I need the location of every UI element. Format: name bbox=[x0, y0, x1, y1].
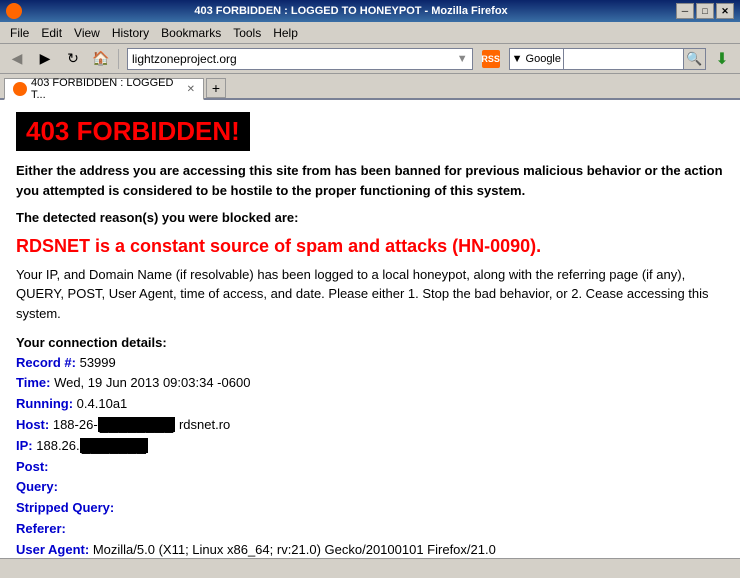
window-controls: ─ □ ✕ bbox=[676, 3, 734, 19]
detail-label-post: Post: bbox=[16, 459, 49, 474]
search-input[interactable] bbox=[564, 48, 684, 70]
titlebar: 403 FORBIDDEN : LOGGED TO HONEYPOT - Moz… bbox=[0, 0, 740, 22]
menubar: File Edit View History Bookmarks Tools H… bbox=[0, 22, 740, 44]
toolbar: ◀ ▶ ↻ 🏠 ▼ RSS ▼ Google 🔍 ⬇ bbox=[0, 44, 740, 74]
detail-value-time: Wed, 19 Jun 2013 09:03:34 -0600 bbox=[54, 375, 250, 390]
reload-button[interactable]: ↻ bbox=[60, 47, 86, 71]
tab-favicon bbox=[13, 82, 27, 96]
detail-label-user-agent: User Agent: bbox=[16, 542, 89, 557]
maximize-button[interactable]: □ bbox=[696, 3, 714, 19]
download-button[interactable]: ⬇ bbox=[708, 47, 736, 71]
search-bar: ▼ Google 🔍 bbox=[509, 48, 706, 70]
detail-value-record: 53999 bbox=[80, 355, 116, 370]
home-button[interactable]: 🏠 bbox=[88, 47, 114, 71]
connection-details: Your connection details: Record #: 53999… bbox=[16, 333, 724, 558]
content-area: 403 FORBIDDEN! Either the address you ar… bbox=[0, 100, 740, 558]
ip-paragraph: Your IP, and Domain Name (if resolvable)… bbox=[16, 265, 724, 324]
connection-label: Your connection details: bbox=[16, 333, 724, 353]
ip-redacted: ███████ bbox=[80, 438, 148, 453]
detail-host: Host: 188-26-████████ rdsnet.ro bbox=[16, 415, 724, 436]
tab-label: 403 FORBIDDEN : LOGGED T... bbox=[31, 77, 183, 101]
minimize-button[interactable]: ─ bbox=[676, 3, 694, 19]
menu-edit[interactable]: Edit bbox=[35, 24, 68, 42]
warning-paragraph: Either the address you are accessing thi… bbox=[16, 161, 724, 200]
search-button[interactable]: 🔍 bbox=[684, 48, 706, 70]
back-button[interactable]: ◀ bbox=[4, 47, 30, 71]
tab-0[interactable]: 403 FORBIDDEN : LOGGED T... ✕ bbox=[4, 78, 204, 100]
window-title: 403 FORBIDDEN : LOGGED TO HONEYPOT - Moz… bbox=[26, 5, 676, 17]
browser-icon bbox=[6, 3, 22, 19]
detail-query: Query: bbox=[16, 477, 724, 498]
detail-label-record: Record #: bbox=[16, 355, 76, 370]
detail-label-running: Running: bbox=[16, 396, 73, 411]
search-engine-label: ▼ Google bbox=[512, 53, 561, 65]
menu-tools[interactable]: Tools bbox=[227, 24, 267, 42]
detail-time: Time: Wed, 19 Jun 2013 09:03:34 -0600 bbox=[16, 373, 724, 394]
detail-value-host: 188-26-████████ rdsnet.ro bbox=[53, 417, 230, 432]
detail-label-referer: Referer: bbox=[16, 521, 66, 536]
search-engine-dropdown[interactable]: ▼ Google bbox=[509, 48, 564, 70]
detail-value-running: 0.4.10a1 bbox=[77, 396, 128, 411]
new-tab-button[interactable]: + bbox=[206, 78, 226, 98]
toolbar-separator bbox=[118, 49, 119, 69]
detail-label-stripped-query: Stripped Query: bbox=[16, 500, 114, 515]
tabbar: 403 FORBIDDEN : LOGGED T... ✕ + bbox=[0, 74, 740, 100]
tab-close-button[interactable]: ✕ bbox=[187, 84, 195, 95]
detail-user-agent: User Agent: Mozilla/5.0 (X11; Linux x86_… bbox=[16, 540, 724, 558]
detail-ip: IP: 188.26.███████ bbox=[16, 436, 724, 457]
menu-help[interactable]: Help bbox=[267, 24, 304, 42]
menu-file[interactable]: File bbox=[4, 24, 35, 42]
detail-running: Running: 0.4.10a1 bbox=[16, 394, 724, 415]
detail-label-query: Query: bbox=[16, 479, 58, 494]
detail-referer: Referer: bbox=[16, 519, 724, 540]
address-bar[interactable]: ▼ bbox=[127, 48, 473, 70]
address-input[interactable] bbox=[132, 52, 457, 66]
detail-value-user-agent: Mozilla/5.0 (X11; Linux x86_64; rv:21.0)… bbox=[93, 542, 496, 557]
detail-record: Record #: 53999 bbox=[16, 353, 724, 374]
rss-icon[interactable]: RSS bbox=[482, 50, 500, 68]
detail-stripped-query: Stripped Query: bbox=[16, 498, 724, 519]
detail-label-ip: IP: bbox=[16, 438, 33, 453]
detail-label-time: Time: bbox=[16, 375, 50, 390]
statusbar bbox=[0, 558, 740, 578]
detected-label: The detected reason(s) you were blocked … bbox=[16, 208, 724, 228]
menu-history[interactable]: History bbox=[106, 24, 155, 42]
block-reason: RDSNET is a constant source of spam and … bbox=[16, 234, 724, 259]
menu-view[interactable]: View bbox=[68, 24, 106, 42]
address-dropdown-icon[interactable]: ▼ bbox=[457, 53, 468, 65]
detail-value-ip: 188.26.███████ bbox=[36, 438, 148, 453]
forward-button[interactable]: ▶ bbox=[32, 47, 58, 71]
forbidden-title: 403 FORBIDDEN! bbox=[16, 112, 250, 151]
menu-bookmarks[interactable]: Bookmarks bbox=[155, 24, 227, 42]
detail-label-host: Host: bbox=[16, 417, 49, 432]
close-button[interactable]: ✕ bbox=[716, 3, 734, 19]
host-redacted: ████████ bbox=[98, 417, 176, 432]
detail-post: Post: bbox=[16, 457, 724, 478]
